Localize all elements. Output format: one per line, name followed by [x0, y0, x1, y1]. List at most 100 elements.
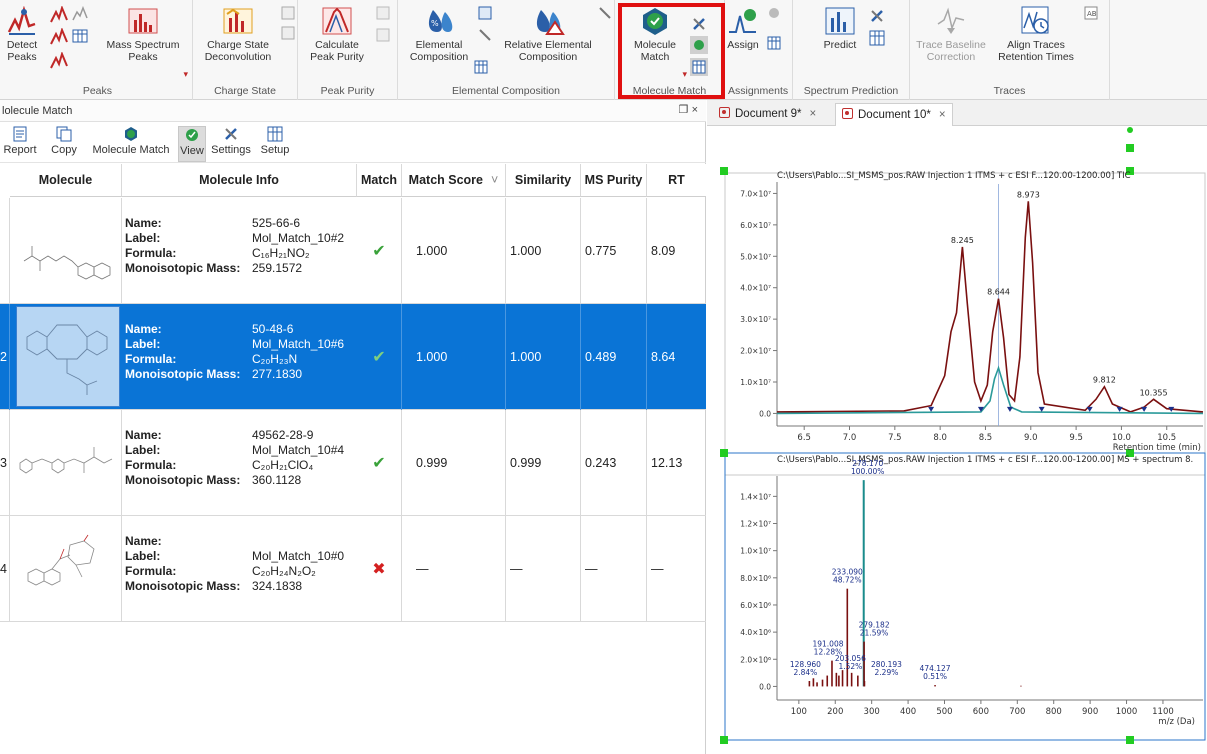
x-tick-label: 7.5 — [888, 433, 902, 443]
align-traces-button[interactable]: Align Traces Retention Times — [996, 6, 1076, 63]
assign-button[interactable]: Assign — [727, 6, 759, 51]
peak-add-icon[interactable] — [50, 28, 68, 46]
column-header-molecule[interactable]: Molecule — [10, 164, 122, 197]
molecule-formula: C₂₀H₂₃N — [252, 352, 298, 366]
settings-button[interactable]: Settings — [208, 126, 254, 156]
x-tick-label: 8.5 — [979, 433, 993, 443]
selection-handle[interactable] — [720, 736, 728, 744]
tic-chromatogram-chart[interactable]: C:\Users\Pablo...SI_MSMS_pos.RAW Injecti… — [740, 171, 1204, 453]
tab-document-9[interactable]: Document 9* × — [713, 103, 822, 126]
elemental-link-icon[interactable] — [478, 28, 492, 42]
ribbon-group-spectrum-prediction: Predict Spectrum Prediction — [793, 0, 910, 100]
trace-baseline-correction-button[interactable]: Trace Baseline Correction — [914, 6, 988, 63]
elemental-small-icon[interactable] — [478, 6, 492, 20]
calculate-peak-purity-button[interactable]: Calculate Peak Purity — [304, 6, 370, 63]
group-label-elemental-composition: Elemental Composition — [452, 85, 560, 97]
close-tab-icon[interactable]: × — [939, 109, 946, 121]
table-row-selected[interactable]: 2 Name: 50-48-6 Label: Mol_Match_10#6 Fo… — [0, 304, 706, 410]
table-row[interactable]: 3 Name: 49562-28-9 Label: Mol_Match_10#4 F… — [0, 410, 706, 516]
baseline-marker — [1141, 406, 1148, 412]
traces-small-icon[interactable]: AB — [1084, 6, 1098, 20]
molecule-mass: 324.1838 — [252, 579, 303, 593]
x-tick-label: 6.5 — [797, 433, 811, 443]
match-check-icon: ✔ — [357, 410, 402, 516]
report-button[interactable]: Report — [0, 126, 40, 156]
ms-chart-frame — [724, 452, 1206, 741]
selection-handle[interactable] — [1126, 144, 1134, 152]
y-tick-label: 8.0×10⁶ — [740, 574, 771, 583]
molecule-info: Name: 49562-28-9 Label: Mol_Match_10#4 For… — [125, 428, 345, 487]
mass-spectrum-chart[interactable]: C:\Users\Pablo...SI_MSMS_pos.RAW Injecti… — [740, 455, 1203, 727]
baseline-marker — [1116, 406, 1123, 412]
selection-handle[interactable] — [1126, 736, 1134, 744]
baseline-marker — [1038, 406, 1045, 412]
detect-peaks-button[interactable]: Detect Peaks — [0, 6, 44, 63]
panel-toolbar: Report Copy Molecule Match View Settings… — [0, 123, 706, 163]
retention-time: 12.13 — [651, 456, 683, 470]
row-index: 3 — [0, 410, 10, 516]
molecule-match-small-icon — [125, 127, 137, 141]
purity-small-icon[interactable] — [376, 6, 390, 20]
elemental-table-icon[interactable] — [474, 60, 488, 74]
x-tick-label: 400 — [900, 707, 916, 717]
molecule-structure — [16, 306, 120, 407]
charge-small-icon[interactable] — [281, 6, 295, 20]
selection-handle[interactable] — [720, 449, 728, 457]
column-header-match-score[interactable]: Match Score ˅ — [402, 164, 506, 197]
predict-table-icon[interactable] — [869, 30, 885, 46]
molecule-mass: 259.1572 — [252, 261, 303, 275]
rotation-handle[interactable] — [1127, 127, 1133, 133]
molecule-structure-image — [19, 447, 112, 474]
x-tick-label: 8.0 — [933, 433, 947, 443]
molecule-match-run-button[interactable]: Molecule Match — [86, 126, 176, 156]
molecule-match-panel: lolecule Match ❐ × Report Copy Molecule … — [0, 100, 706, 754]
document-panel: Document 9* × Document 10* × C:\Users\Pabl… — [707, 100, 1207, 754]
group-label-peaks: Peaks — [82, 85, 112, 97]
mass-spectrum-peaks-button[interactable]: Mass Spectrum Peaks ▾ — [100, 6, 188, 79]
ms-purity: 0.243 — [581, 410, 647, 516]
table-row[interactable]: 4 Name: Label: Mol_Match_10#0 Formula: C₂ — [0, 516, 706, 622]
relative-link-icon[interactable] — [598, 6, 612, 20]
table-row[interactable]: Name: 525-66-6 Label: Mol_Match_10#2 Formu… — [0, 198, 706, 304]
ms-purity: 0.775 — [581, 198, 647, 304]
predict-settings-icon[interactable] — [869, 8, 885, 24]
column-header-molecule-info[interactable]: Molecule Info — [122, 164, 357, 197]
molecule-formula: C₂₀H₂₁ClO₄ — [252, 458, 314, 472]
charge-state-deconvolution-button[interactable]: Charge State Deconvolution — [198, 6, 278, 63]
column-header-ms-purity[interactable]: MS Purity — [581, 164, 647, 197]
view-button[interactable]: View — [178, 126, 206, 162]
molecule-formula: C₁₆H₂₁NO₂ — [252, 246, 310, 260]
column-header-match[interactable]: Match — [357, 164, 402, 197]
selection-handle[interactable] — [720, 167, 728, 175]
relative-elemental-composition-button[interactable]: Relative Elemental Composition — [498, 6, 598, 63]
tab-document-10[interactable]: Document 10* × — [835, 103, 953, 126]
close-tab-icon[interactable]: × — [809, 108, 816, 120]
svg-text:AB: AB — [1087, 10, 1097, 18]
assign-table-icon[interactable] — [767, 36, 781, 50]
peak-remove-icon[interactable] — [50, 52, 68, 70]
charge-table-icon[interactable] — [281, 26, 295, 40]
panel-title: lolecule Match — [2, 105, 73, 117]
predict-button[interactable]: Predict — [823, 6, 857, 51]
baseline-marker — [928, 406, 935, 412]
row-index: 2 — [0, 304, 10, 410]
peak-small-icon[interactable] — [50, 6, 68, 24]
setup-button[interactable]: Setup — [258, 126, 292, 156]
peak-table-icon[interactable] — [72, 28, 88, 44]
chart-area[interactable]: C:\Users\Pablo...SI_MSMS_pos.RAW Injecti… — [707, 126, 1207, 754]
peak-label: 8.245 — [951, 236, 974, 245]
match-score: 0.999 — [402, 410, 506, 516]
assign-icon — [729, 9, 756, 33]
elemental-composition-button[interactable]: % Elemental Composition — [406, 6, 472, 63]
similarity: 0.999 — [506, 410, 581, 516]
dropdown-arrow-icon[interactable]: ▾ — [183, 68, 188, 80]
molecule-label: Mol_Match_10#0 — [252, 549, 345, 563]
copy-button[interactable]: Copy — [48, 126, 80, 156]
purity-small-icon-2[interactable] — [376, 28, 390, 42]
peak-edit-icon[interactable] — [72, 6, 88, 22]
panel-window-controls[interactable]: ❐ × — [679, 103, 698, 116]
assign-small-icon[interactable] — [767, 6, 781, 20]
column-header-rt[interactable]: RT — [647, 164, 706, 197]
column-header-similarity[interactable]: Similarity — [506, 164, 581, 197]
x-axis-label: Retention time (min) — [1113, 443, 1201, 453]
